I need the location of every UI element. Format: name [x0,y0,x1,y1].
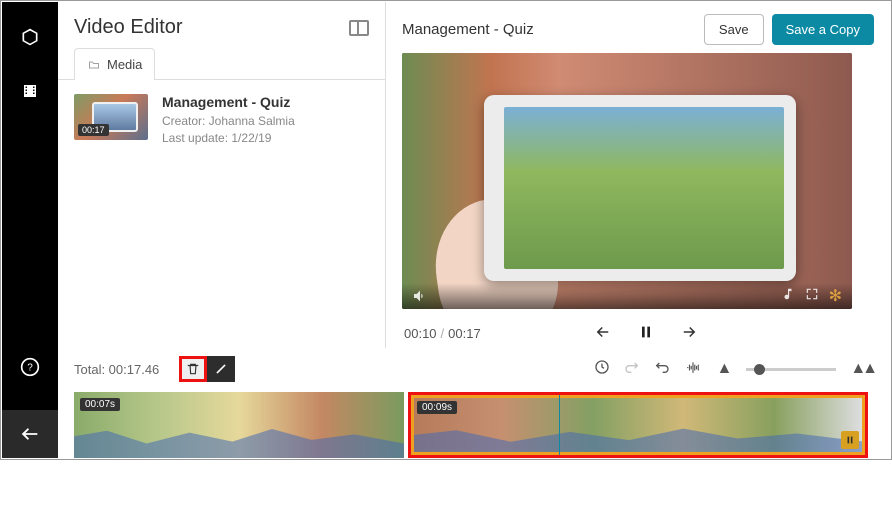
svg-text:?: ? [27,362,33,373]
total-time: 00:17 [448,326,481,341]
history-icon[interactable] [594,359,610,380]
panel-toggle-icon[interactable] [349,20,369,36]
music-icon[interactable] [781,287,795,306]
redo-icon[interactable] [624,359,640,380]
segment-1-duration: 00:07s [80,398,120,411]
media-creator: Creator: Johanna Salmia [162,113,295,130]
current-time: 00:10 [404,326,437,341]
timeline-total: Total: 00:17.46 [74,362,159,377]
media-title: Management - Quiz [162,94,295,110]
transition-button[interactable] [207,356,235,382]
clip-end-handle[interactable] [841,431,859,449]
media-item[interactable]: 00:17 Management - Quiz Creator: Johanna… [74,94,369,147]
settings-icon[interactable]: ✻ [829,286,842,306]
save-copy-button[interactable]: Save a Copy [772,14,874,45]
timeline[interactable]: 00:07s 00:09s ✂ ⇤ ⇥ 00:10.92 [74,392,874,458]
playhead[interactable] [559,392,560,458]
timeline-segment-1[interactable]: 00:07s [74,392,404,458]
media-thumbnail: 00:17 [74,94,148,140]
save-button[interactable]: Save [704,14,764,45]
volume-icon[interactable] [412,288,428,304]
prev-button[interactable] [590,319,616,348]
waveform-icon[interactable] [684,360,702,379]
timeline-segment-2-selected[interactable]: 00:09s ✂ ⇤ ⇥ 00:10.92 [408,392,868,458]
tab-media[interactable]: Media [74,48,155,80]
preview-title: Management - Quiz [402,21,534,38]
thumbnail-duration: 00:17 [78,124,109,136]
next-button[interactable] [676,319,702,348]
help-icon[interactable]: ? [19,356,41,378]
side-nav: ? [2,2,58,458]
fullscreen-icon[interactable] [805,287,819,306]
video-preview[interactable]: ✻ [402,53,852,309]
cube-icon[interactable] [19,26,41,48]
zoom-slider[interactable] [746,368,836,371]
tab-media-label: Media [107,57,142,72]
pause-button[interactable] [634,320,658,347]
segment-2-duration: 00:09s [417,401,457,414]
filmstrip-icon[interactable] [19,80,41,102]
zoom-in-icon[interactable]: ▲▲ [850,360,874,378]
undo-icon[interactable] [654,359,670,380]
delete-clip-button[interactable] [179,356,207,382]
back-button[interactable] [2,410,58,458]
media-updated: Last update: 1/22/19 [162,130,295,147]
app-title: Video Editor [74,16,183,39]
zoom-out-icon[interactable]: ▲ [716,360,732,378]
transport-bar: 00:10 / 00:17 [402,309,874,348]
